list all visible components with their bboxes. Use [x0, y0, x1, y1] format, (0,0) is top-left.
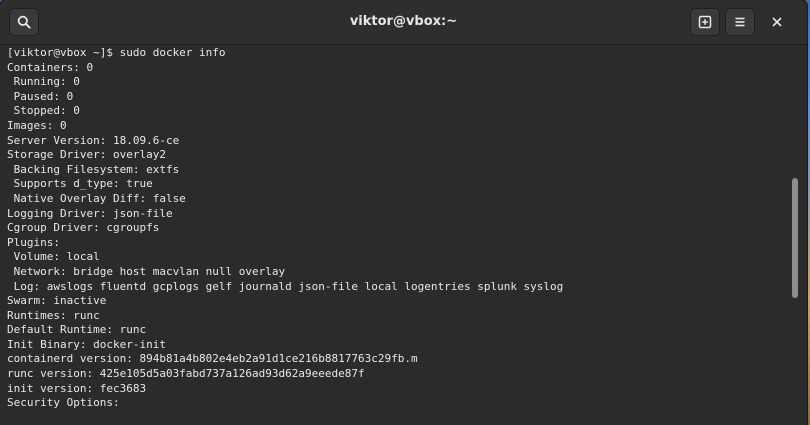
terminal-line: Default Runtime: runc [7, 323, 147, 337]
terminal-line: Server Version: 18.09.6-ce [7, 133, 180, 147]
window-title: viktor@vbox:~ [349, 14, 458, 29]
search-button[interactable] [9, 8, 39, 36]
terminal-line: init version: fec3683 [7, 381, 147, 395]
hamburger-menu-icon [735, 17, 745, 27]
terminal-line: Supports d_type: true [7, 177, 153, 191]
terminal-line: Images: 0 [7, 118, 67, 132]
terminal-line: runc version: 425e105d5a03fabd737a126ad9… [7, 367, 365, 381]
titlebar: viktor@vbox:~ [0, 0, 807, 45]
terminal-line: Stopped: 0 [7, 104, 80, 118]
close-button[interactable] [767, 12, 787, 32]
new-tab-button[interactable] [690, 8, 720, 36]
terminal-line: Runtimes: runc [7, 308, 100, 322]
terminal-output[interactable]: [viktor@vbox ~]$ sudo docker info Contai… [0, 45, 797, 425]
terminal-line: Logging Driver: json-file [7, 206, 173, 220]
terminal-line: Swarm: inactive [7, 294, 107, 308]
terminal-line: containerd version: 894b81a4b802e4eb2a91… [7, 352, 418, 366]
terminal-line: Cgroup Driver: cgroupfs [7, 221, 160, 235]
terminal-line: Paused: 0 [7, 89, 74, 103]
terminal-line: Backing Filesystem: extfs [7, 162, 180, 176]
terminal-line: Containers: 0 [7, 60, 94, 74]
terminal-line: Network: bridge host macvlan null overla… [7, 264, 286, 278]
scrollbar-thumb[interactable] [792, 178, 798, 298]
terminal-line: [viktor@vbox ~]$ sudo docker info [7, 46, 226, 59]
terminal-line: Plugins: [7, 235, 60, 249]
new-tab-icon [698, 15, 712, 29]
menu-button[interactable] [725, 8, 755, 36]
terminal-line: Security Options: [7, 396, 120, 410]
scrollbar-track[interactable] [797, 45, 807, 425]
close-icon [772, 17, 782, 27]
terminal-window: viktor@vbox:~ [viktor@vbox ~]$ sudo dock… [0, 0, 807, 425]
terminal-line: Storage Driver: overlay2 [7, 148, 166, 162]
terminal-line: Volume: local [7, 250, 100, 264]
terminal-line: Running: 0 [7, 75, 80, 89]
terminal-line: Log: awslogs fluentd gcplogs gelf journa… [7, 279, 564, 293]
terminal-line: Native Overlay Diff: false [7, 191, 186, 205]
terminal-line: Init Binary: docker-init [7, 337, 166, 351]
search-icon [17, 15, 31, 29]
